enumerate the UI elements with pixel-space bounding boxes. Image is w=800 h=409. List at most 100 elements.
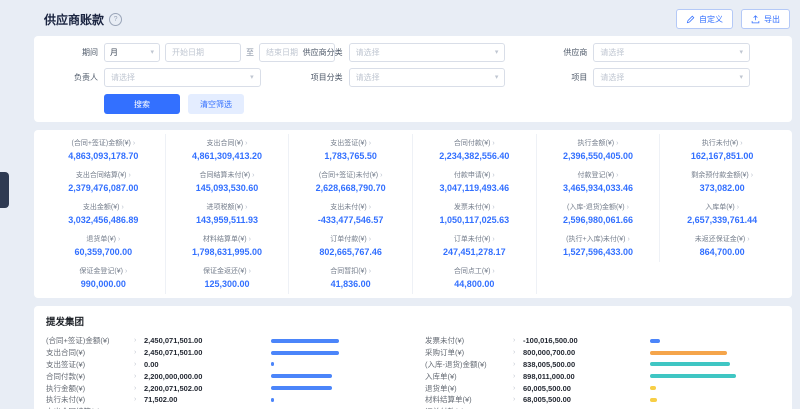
title-wrap: 供应商账款 ? xyxy=(44,11,122,28)
metric-card[interactable]: 订单付款(¥)› 802,665,767.46 xyxy=(289,230,413,262)
metric-card[interactable]: (执行+入库)未付(¥)› 1,527,596,433.00 xyxy=(537,230,661,262)
group-metric-row[interactable]: 材料结算单(¥) › 68,005,500.00 xyxy=(425,394,780,406)
metric-label: (合同+签证)未付(¥) xyxy=(319,172,378,179)
group-metric-row[interactable]: (入库-退货)金额(¥) › 838,005,500.00 xyxy=(425,359,780,371)
metric-card[interactable]: 未返还保证金(¥)› 864,700.00 xyxy=(660,230,784,262)
metric-card[interactable]: 订单未付(¥)› 247,451,278.17 xyxy=(413,230,537,262)
group-col-right: 发票未付(¥) › -100,016,500.00 采购订单(¥) › 800,… xyxy=(425,335,780,409)
chevron-right-icon: › xyxy=(492,140,494,147)
metric-label: (执行+入库)未付(¥) xyxy=(566,236,625,243)
chevron-right-icon: › xyxy=(747,236,749,243)
metric-card[interactable]: 剩余预付款金额(¥)› 373,082.00 xyxy=(660,166,784,198)
metric-card[interactable]: 支出签证(¥)› 1,783,765.50 xyxy=(289,134,413,166)
metric-card[interactable]: 执行金额(¥)› 2,396,550,405.00 xyxy=(537,134,661,166)
metric-value: 2,450,071,501.00 xyxy=(144,348,271,357)
metric-value: 898,011,000.00 xyxy=(523,372,650,381)
metric-card[interactable]: 支出合同(¥)› 4,861,309,413.20 xyxy=(166,134,290,166)
metric-card[interactable]: (入库-退货)金额(¥)› 2,596,980,061.66 xyxy=(537,198,661,230)
metric-card[interactable]: 合同暂扣(¥)› 41,836.00 xyxy=(289,262,413,294)
filter-period: 期间 月 ▾ 开始日期 至 结束日期 xyxy=(46,43,291,62)
metric-card[interactable]: 付款登记(¥)› 3,465,934,033.46 xyxy=(537,166,661,198)
group-metric-row[interactable]: 退货单(¥) › 60,005,500.00 xyxy=(425,382,780,394)
metric-label: 进项税额(¥) xyxy=(207,204,244,211)
metric-value: 800,000,700.00 xyxy=(523,348,650,357)
chevron-right-icon: › xyxy=(252,172,254,179)
chevron-right-icon: › xyxy=(118,236,120,243)
metric-card[interactable]: 支出合同结算(¥)› 2,379,476,087.00 xyxy=(42,166,166,198)
metric-bar xyxy=(271,339,357,343)
metric-value: 60,005,500.00 xyxy=(523,384,650,393)
metric-value: -100,016,500.00 xyxy=(523,336,650,345)
supplier-category-select[interactable]: 请选择 ▾ xyxy=(349,43,506,62)
metric-card[interactable]: 入库单(¥)› 2,657,339,761.44 xyxy=(660,198,784,230)
metric-card[interactable]: 发票未付(¥)› 1,050,117,025.63 xyxy=(413,198,537,230)
group-metric-row[interactable]: (合同+签证)金额(¥) › 2,450,071,501.00 xyxy=(46,335,401,347)
group-metric-row[interactable]: 支出合同(¥) › 2,450,071,501.00 xyxy=(46,347,401,359)
metric-value: 247,451,278.17 xyxy=(417,247,532,257)
metrics-panel: (合同+签证)金额(¥)› 4,863,093,178.70 支出合同(¥)› … xyxy=(34,130,792,298)
filter-actions: 搜索 清空筛选 xyxy=(46,94,780,114)
metric-label: 合同付款(¥) xyxy=(454,140,491,147)
metric-card[interactable]: 支出未付(¥)› -433,477,546.57 xyxy=(289,198,413,230)
metric-value: 41,836.00 xyxy=(293,279,408,289)
search-button[interactable]: 搜索 xyxy=(104,94,180,114)
sidebar-collapse-handle[interactable] xyxy=(0,172,9,208)
supplier-select[interactable]: 请选择 ▾ xyxy=(593,43,750,62)
metric-card[interactable]: 合同结算未付(¥)› 145,093,530.60 xyxy=(166,166,290,198)
metric-label: 剩余预付款金额(¥) xyxy=(691,172,749,179)
metric-card[interactable]: 保证金返还(¥)› 125,300.00 xyxy=(166,262,290,294)
export-button[interactable]: 导出 xyxy=(741,9,790,29)
metric-card[interactable]: 合同点工(¥)› 44,800.00 xyxy=(413,262,537,294)
chevron-right-icon: › xyxy=(492,204,494,211)
project-category-select[interactable]: 请选择 ▾ xyxy=(349,68,506,87)
metric-value: 1,798,631,995.00 xyxy=(170,247,285,257)
metric-card[interactable]: 进项税额(¥)› 143,959,511.93 xyxy=(166,198,290,230)
metric-label: 付款登记(¥) xyxy=(578,172,615,179)
metric-card[interactable]: 退货单(¥)› 60,359,700.00 xyxy=(42,230,166,262)
metric-value: 4,863,093,178.70 xyxy=(46,151,161,161)
group-metric-row[interactable]: 合同付款(¥) › 2,200,000,000.00 xyxy=(46,370,401,382)
metric-value: 44,800.00 xyxy=(417,279,532,289)
group-grid: (合同+签证)金额(¥) › 2,450,071,501.00 支出合同(¥) … xyxy=(46,335,780,409)
metric-value: 2,450,071,501.00 xyxy=(144,336,271,345)
group-metric-row[interactable]: 执行金额(¥) › 2,200,071,502.00 xyxy=(46,382,401,394)
chevron-right-icon: › xyxy=(249,236,251,243)
metric-label: 执行金额(¥) xyxy=(578,140,615,147)
chevron-right-icon: › xyxy=(380,172,382,179)
metric-value: 373,082.00 xyxy=(664,183,780,193)
metric-card[interactable]: 执行未付(¥)› 162,167,851.00 xyxy=(660,134,784,166)
metric-card[interactable]: 材料结算单(¥)› 1,798,631,995.00 xyxy=(166,230,290,262)
project-select[interactable]: 请选择 ▾ xyxy=(593,68,750,87)
metric-bar xyxy=(650,339,736,343)
metric-value: 2,200,071,502.00 xyxy=(144,384,271,393)
metric-card[interactable]: 保证金登记(¥)› 990,000.00 xyxy=(42,262,166,294)
metric-card[interactable]: (合同+签证)未付(¥)› 2,628,668,790.70 xyxy=(289,166,413,198)
metric-card[interactable]: (合同+签证)金额(¥)› 4,863,093,178.70 xyxy=(42,134,166,166)
group-metric-row[interactable]: 执行未付(¥) › 71,502.00 xyxy=(46,394,401,406)
metric-card[interactable]: 付款申请(¥)› 3,047,119,493.46 xyxy=(413,166,537,198)
period-unit-select[interactable]: 月 ▾ xyxy=(104,43,160,62)
metric-value: 2,596,980,061.66 xyxy=(541,215,656,225)
customize-button[interactable]: 自定义 xyxy=(676,9,733,29)
group-metric-row[interactable]: 发票未付(¥) › -100,016,500.00 xyxy=(425,335,780,347)
metric-label: 支出合同(¥) xyxy=(207,140,244,147)
chevron-right-icon: › xyxy=(513,373,523,380)
metric-bar xyxy=(271,351,357,355)
start-date-input[interactable]: 开始日期 xyxy=(165,43,241,62)
metric-label: 材料结算单(¥) xyxy=(203,236,247,243)
manager-select[interactable]: 请选择 ▾ xyxy=(104,68,261,87)
metric-card[interactable]: 支出金额(¥)› 3,032,456,486.89 xyxy=(42,198,166,230)
supplier-placeholder: 请选择 xyxy=(600,47,624,58)
chevron-right-icon: › xyxy=(513,396,523,403)
metric-label: 合同暂扣(¥) xyxy=(330,268,367,275)
metric-bar xyxy=(650,351,736,355)
group-metric-row[interactable]: 入库单(¥) › 898,011,000.00 xyxy=(425,370,780,382)
chevron-right-icon: › xyxy=(369,140,371,147)
help-icon[interactable]: ? xyxy=(109,13,122,26)
metric-card[interactable]: 合同付款(¥)› 2,234,382,556.40 xyxy=(413,134,537,166)
supplier-category-placeholder: 请选择 xyxy=(356,47,380,58)
filter-manager: 负责人 请选择 ▾ xyxy=(46,68,291,87)
group-metric-row[interactable]: 支出签证(¥) › 0.00 xyxy=(46,359,401,371)
group-metric-row[interactable]: 采购订单(¥) › 800,000,700.00 xyxy=(425,347,780,359)
clear-filters-button[interactable]: 清空筛选 xyxy=(188,94,244,114)
